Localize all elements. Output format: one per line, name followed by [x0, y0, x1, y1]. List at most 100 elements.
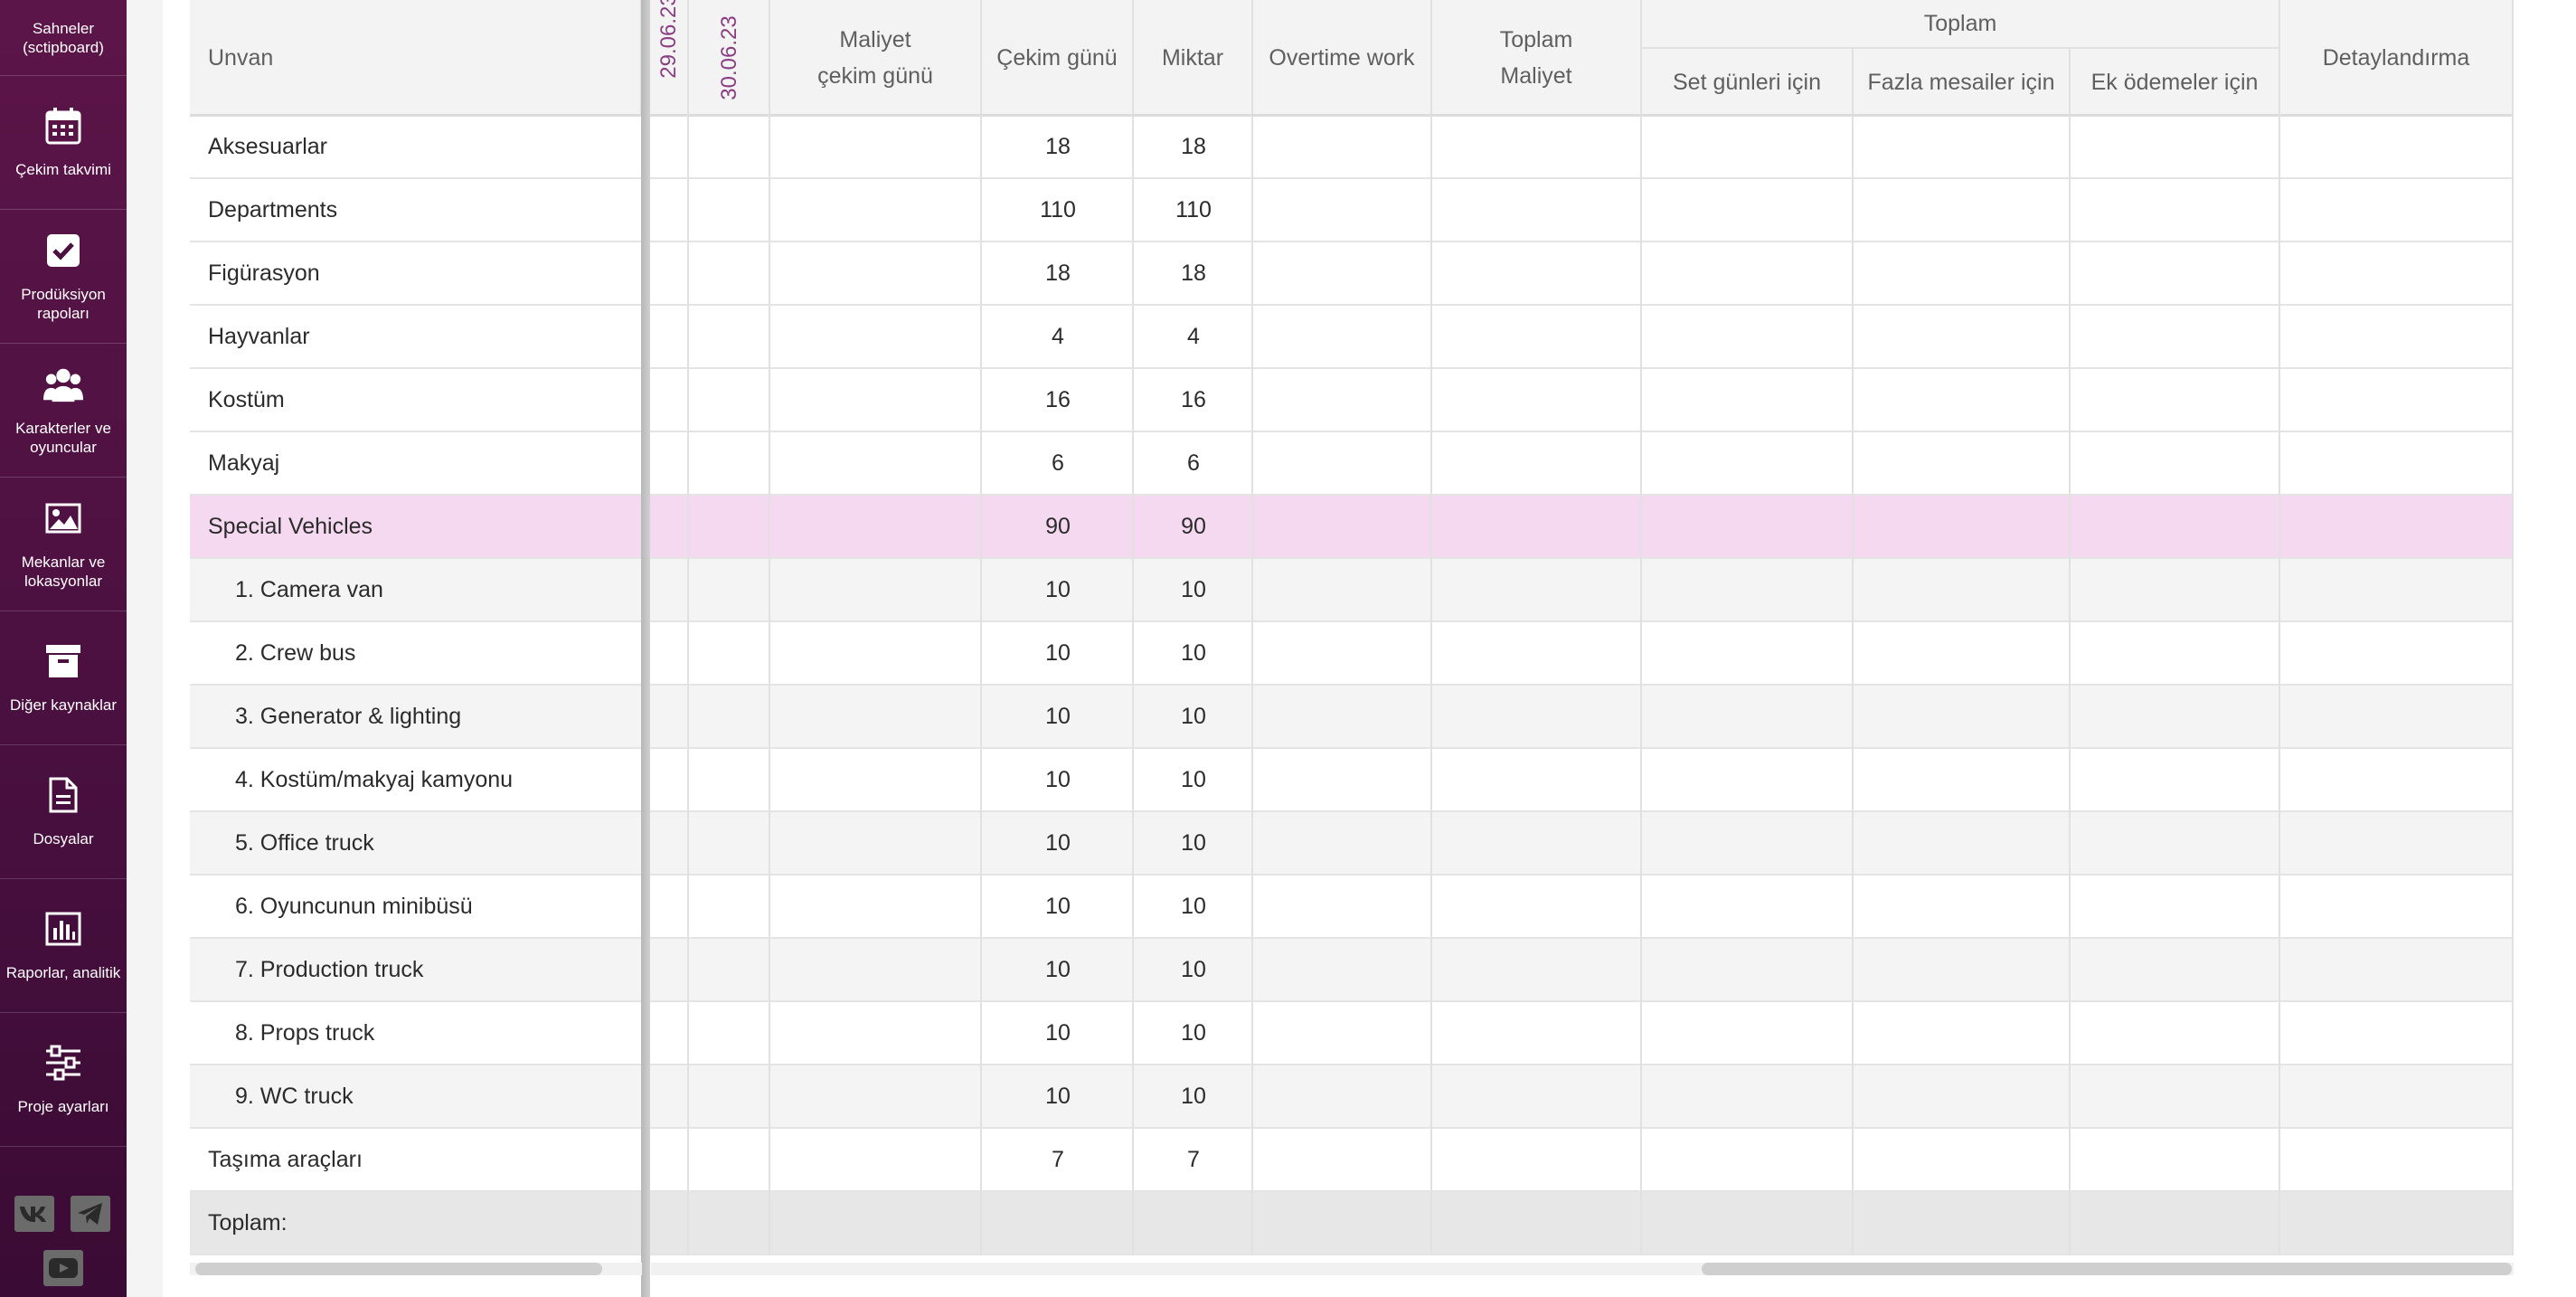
- footer-label: Toplam:: [208, 1209, 288, 1235]
- row-title: 8. Props truck: [235, 1019, 375, 1046]
- sidebar-item-characters[interactable]: Karakterler ve oyuncular: [0, 344, 127, 478]
- table-row[interactable]: Taşıma araçları 7 7: [190, 1129, 2514, 1192]
- frozen-scrollbar-thumb[interactable]: [195, 1263, 602, 1275]
- header-extra-pay[interactable]: Ek ödemeler için: [2071, 47, 2280, 116]
- vk-icon[interactable]: [14, 1196, 54, 1232]
- table-row[interactable]: Kostüm 16 16: [190, 369, 2514, 432]
- cell-quantity: 10: [1181, 893, 1206, 919]
- sidebar: Sahneler (sctipboard) Çekim takvimi Prod…: [0, 0, 127, 1297]
- cell-shoot-day: 18: [1045, 133, 1071, 159]
- frozen-column-divider[interactable]: [641, 0, 650, 1297]
- header-cost-shoot-day[interactable]: Maliyet çekim günü: [770, 0, 982, 116]
- cell-quantity: 18: [1181, 260, 1206, 286]
- header-detail[interactable]: Detaylandırma: [2280, 0, 2514, 116]
- cell-quantity: 16: [1181, 386, 1206, 412]
- table-row[interactable]: 1. Camera van 10 10: [190, 559, 2514, 622]
- sidebar-item-label: Prodüksiyon rapoları: [21, 285, 106, 322]
- cell-quantity: 110: [1175, 196, 1212, 222]
- grid-line: [980, 116, 982, 1255]
- header-overtime-for[interactable]: Fazla mesailer için: [1854, 47, 2071, 116]
- header-shoot-day[interactable]: Çekim günü: [982, 0, 1134, 116]
- row-title: Hayvanlar: [208, 323, 310, 349]
- cell-quantity: 10: [1181, 639, 1206, 666]
- users-icon: [43, 364, 83, 404]
- table-row-group[interactable]: Special Vehicles 90 90: [190, 496, 2514, 559]
- cell-shoot-day: 10: [1045, 956, 1071, 982]
- header-total-cost[interactable]: Toplam Maliyet: [1432, 0, 1642, 116]
- row-title: Aksesuarlar: [208, 133, 327, 159]
- table-row[interactable]: 6. Oyuncunun minibüsü 10 10: [190, 876, 2514, 939]
- cell-shoot-day: 18: [1045, 260, 1071, 286]
- row-title: Special Vehicles: [208, 513, 373, 539]
- sidebar-item-label: Diğer kaynaklar: [9, 696, 118, 714]
- row-title: 7. Production truck: [235, 956, 424, 982]
- sliders-icon: [43, 1043, 83, 1083]
- sidebar-item-project-settings[interactable]: Proje ayarları: [0, 1013, 127, 1147]
- grid-line: [1132, 116, 1134, 1255]
- header-set-days[interactable]: Set günleri için: [1642, 47, 1854, 116]
- table-row[interactable]: Figürasyon 18 18: [190, 242, 2514, 306]
- table-row[interactable]: 8. Props truck 10 10: [190, 1002, 2514, 1065]
- header-date[interactable]: 30.06.23: [689, 0, 770, 116]
- table-row[interactable]: 3. Generator & lighting 10 10: [190, 686, 2514, 749]
- image-icon: [43, 498, 83, 538]
- sidebar-item-production-reports[interactable]: Prodüksiyon rapoları: [0, 210, 127, 344]
- bar-chart-icon: [43, 909, 83, 949]
- cell-quantity: 6: [1187, 450, 1200, 476]
- row-title: Kostüm: [208, 386, 285, 412]
- checkbox-icon: [43, 231, 83, 270]
- sidebar-item-locations[interactable]: Mekanlar ve lokasyonlar: [0, 478, 127, 611]
- sidebar-item-label: Karakterler ve oyuncular: [15, 419, 111, 456]
- row-title: Figürasyon: [208, 260, 320, 286]
- cell-shoot-day: 10: [1045, 766, 1071, 792]
- header-overtime[interactable]: Overtime work: [1253, 0, 1432, 116]
- row-title: 3. Generator & lighting: [235, 703, 462, 729]
- table-row[interactable]: Hayvanlar 4 4: [190, 306, 2514, 369]
- cell-quantity: 10: [1181, 1083, 1206, 1109]
- gutter: [127, 0, 163, 1297]
- row-title: 1. Camera van: [235, 576, 383, 602]
- sidebar-item-label: Raporlar, analitik: [5, 964, 121, 981]
- row-title: 4. Kostüm/makyaj kamyonu: [235, 766, 514, 792]
- cell-shoot-day: 4: [1052, 323, 1064, 349]
- header-date-prev[interactable]: 29.06.23: [649, 0, 689, 116]
- cell-shoot-day: 110: [1040, 196, 1076, 222]
- document-icon: [43, 775, 83, 815]
- cell-shoot-day: 10: [1045, 1083, 1071, 1109]
- row-title: 9. WC truck: [235, 1083, 354, 1109]
- sidebar-item-label: Sahneler (sctipboard): [23, 19, 104, 56]
- cell-quantity: 10: [1181, 956, 1206, 982]
- youtube-icon[interactable]: [43, 1250, 83, 1286]
- sidebar-item-scenes[interactable]: Sahneler (sctipboard): [0, 0, 127, 76]
- cell-shoot-day: 10: [1045, 703, 1071, 729]
- cell-shoot-day: 10: [1045, 576, 1071, 602]
- cell-quantity: 10: [1181, 766, 1206, 792]
- table-row[interactable]: 4. Kostüm/makyaj kamyonu 10 10: [190, 749, 2514, 812]
- table-row[interactable]: Makyaj 6 6: [190, 432, 2514, 496]
- table-row[interactable]: 2. Crew bus 10 10: [190, 622, 2514, 686]
- sidebar-item-label: Çekim takvimi: [15, 161, 111, 178]
- cell-quantity: 18: [1181, 133, 1206, 159]
- telegram-icon[interactable]: [71, 1196, 110, 1232]
- table-row[interactable]: Departments 110 110: [190, 179, 2514, 242]
- table-row[interactable]: 9. WC truck 10 10: [190, 1065, 2514, 1129]
- table-row[interactable]: 5. Office truck 10 10: [190, 812, 2514, 876]
- grid-line: [1640, 0, 1642, 1255]
- row-title: 6. Oyuncunun minibüsü: [235, 893, 473, 919]
- sidebar-item-shooting-calendar[interactable]: Çekim takvimi: [0, 76, 127, 210]
- cell-shoot-day: 16: [1045, 386, 1071, 412]
- header-title[interactable]: Unvan: [190, 0, 642, 116]
- row-title: 5. Office truck: [235, 829, 374, 856]
- header-quantity[interactable]: Miktar: [1134, 0, 1253, 116]
- date-label: 30.06.23: [717, 15, 741, 100]
- table-row[interactable]: 7. Production truck 10 10: [190, 939, 2514, 1002]
- table-row[interactable]: Aksesuarlar 18 18: [190, 116, 2514, 179]
- grid-line: [1852, 116, 1854, 1255]
- sidebar-item-files[interactable]: Dosyalar: [0, 745, 127, 879]
- cell-quantity: 10: [1181, 1019, 1206, 1046]
- sidebar-item-reports[interactable]: Raporlar, analitik: [0, 879, 127, 1013]
- cell-shoot-day: 10: [1045, 639, 1071, 666]
- sidebar-item-other-resources[interactable]: Diğer kaynaklar: [0, 611, 127, 745]
- horizontal-scrollbar-thumb[interactable]: [1702, 1263, 2512, 1275]
- date-label: 29.06.23: [656, 0, 681, 79]
